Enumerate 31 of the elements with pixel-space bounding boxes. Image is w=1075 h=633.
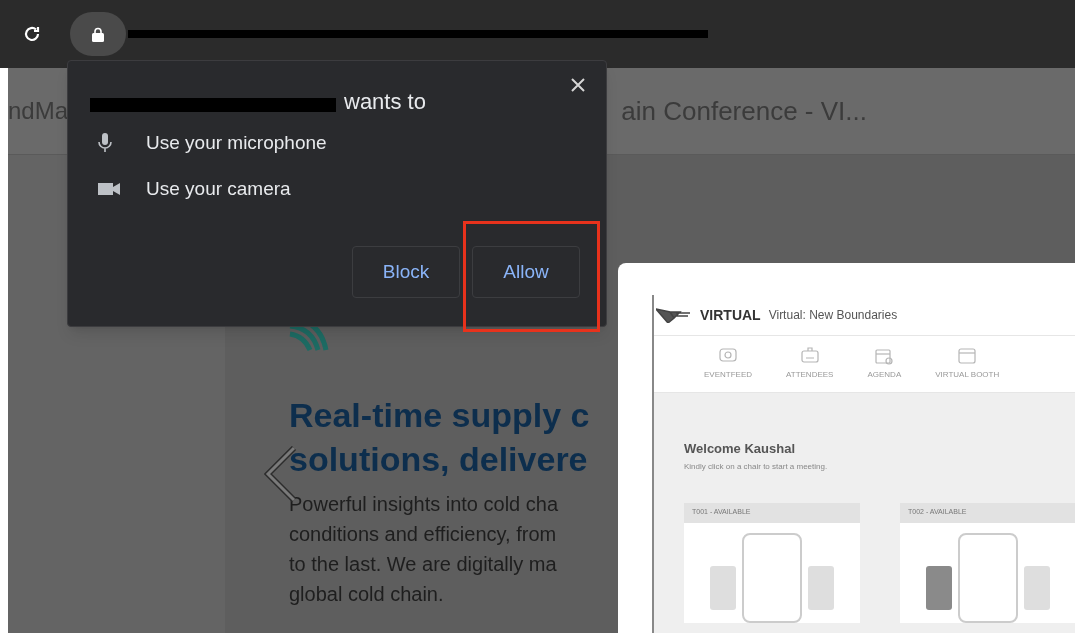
video-camera-icon [98,182,120,196]
dialog-button[interactable]: Block [352,246,460,298]
permission-label: Use your camera [146,176,291,201]
site-info-button[interactable] [70,12,126,56]
headline: Real-time supply c [289,395,590,436]
close-icon [571,78,585,92]
nav-item[interactable]: ATTENDEES [786,347,834,381]
nav-item[interactable]: VIRTUAL BOOTH [935,347,1000,381]
headline: solutions, delivere [289,439,589,480]
body-text: to the last. We are digitally ma [289,552,558,577]
id-card-icon [799,347,820,365]
chair[interactable] [926,565,952,610]
booth-icon [957,347,978,365]
dialog-button[interactable]: Allow [472,246,580,298]
hint-text: Kindly click on a chair to start a meeting. [684,460,829,473]
speech-bubble-icon [718,347,738,365]
microphone-icon [98,133,112,153]
dialog-title: wants to [344,88,426,116]
lock-icon [92,26,104,42]
body-text: global cold chain. [289,582,445,607]
brand-name: VIRTUAL [700,305,761,325]
permission-label: Use your microphone [146,130,327,155]
nav-item[interactable]: AGENDA [867,347,902,381]
body-text: conditions and efficiency, from [289,522,558,547]
event-title: Virtual: New Boundaries [768,307,898,324]
calendar-icon [874,347,895,365]
bird-logo-icon [656,307,692,323]
welcome-heading: Welcome Kaushal [684,440,797,458]
body-text: Powerful insights into cold cha [289,492,560,517]
reload-icon[interactable] [22,24,42,44]
nav-item[interactable]: EVENTFEED [704,347,752,381]
